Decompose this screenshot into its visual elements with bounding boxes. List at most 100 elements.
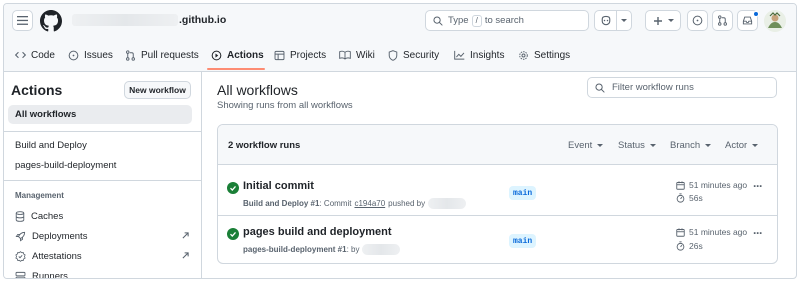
chevron-down-icon (649, 144, 656, 147)
filter-label: Event (568, 140, 593, 151)
run-meta-text: pushed by (388, 199, 426, 208)
github-logo-icon[interactable] (40, 10, 62, 32)
plus-icon (653, 16, 662, 25)
browser-frame: .github.io Type / to search Code Issues … (3, 3, 797, 279)
redacted-user (428, 198, 467, 209)
external-link-icon (182, 252, 189, 259)
external-link-icon (182, 232, 189, 239)
tab-settings[interactable]: Settings (518, 47, 570, 63)
redacted-user (362, 244, 401, 255)
sidebar-item-attestations[interactable]: Attestations (15, 248, 189, 264)
run-meta-text: : by (346, 245, 360, 254)
run-duration-text: 26s (689, 241, 703, 251)
avatar[interactable] (764, 10, 786, 32)
tab-issues[interactable]: Issues (68, 47, 113, 63)
tab-wiki[interactable]: Wiki (339, 47, 375, 63)
sidebar-item-deployments[interactable]: Deployments (15, 228, 189, 244)
calendar-icon (676, 227, 685, 237)
chevron-down-icon (752, 144, 759, 147)
commit-link[interactable]: c194a70 (354, 199, 385, 208)
tab-pull-requests[interactable]: Pull requests (125, 47, 199, 63)
event-filter-dropdown[interactable]: Event (568, 140, 604, 151)
tab-label: Projects (290, 49, 327, 61)
run-more-options-icon[interactable]: ··· (753, 179, 763, 193)
issue-icon (68, 50, 79, 60)
sidebar-item-label: Deployments (32, 230, 88, 242)
chevron-down-icon (705, 144, 712, 147)
shield-icon (388, 49, 398, 61)
search-suffix-text: to search (484, 15, 524, 26)
workflow-run-row[interactable]: pages build and deployment pages-build-d… (218, 215, 777, 263)
filter-label: Status (618, 140, 645, 151)
verified-icon (15, 250, 26, 262)
sidebar-item-label: Caches (31, 210, 64, 222)
repo-header: .github.io Type / to search Code Issues … (4, 4, 796, 72)
run-duration: 56s (676, 193, 703, 203)
chevron-down-icon (620, 19, 627, 22)
sidebar-item-runners[interactable]: Runners (15, 268, 189, 279)
tab-code[interactable]: Code (15, 47, 55, 63)
sidebar-item-pages-build-deployment[interactable]: pages-build-deployment (8, 156, 192, 175)
inbox-icon (742, 16, 753, 25)
global-search-input[interactable]: Type / to search (425, 10, 589, 31)
status-filter-dropdown[interactable]: Status (618, 140, 656, 151)
branch-label[interactable]: main (509, 234, 537, 248)
run-duration: 26s (676, 241, 703, 251)
branch-filter-dropdown[interactable]: Branch (670, 140, 712, 151)
stopwatch-icon (676, 241, 685, 251)
actions-sidebar: Actions New workflow All workflows Build… (4, 72, 202, 279)
repo-path[interactable]: .github.io (72, 14, 226, 26)
tab-label: Security (403, 49, 440, 61)
pull-requests-button[interactable] (712, 10, 733, 31)
tab-security[interactable]: Security (388, 47, 439, 63)
sidebar-item-label: Attestations (32, 250, 82, 262)
filter-placeholder: Filter workflow runs (612, 82, 694, 93)
run-workflow-name: pages-build-deployment #1 (243, 245, 347, 254)
pull-request-icon (126, 49, 135, 61)
hamburger-icon (17, 16, 28, 25)
tab-label: Issues (84, 49, 113, 61)
run-title[interactable]: pages build and deployment (243, 226, 392, 238)
filter-workflow-runs-input[interactable]: Filter workflow runs (587, 77, 777, 98)
sidebar-item-all-workflows[interactable]: All workflows (8, 105, 192, 124)
repo-name: .github.io (179, 14, 227, 26)
runs-list-header: 2 workflow runs Event Status Branch Acto… (218, 125, 777, 165)
copilot-button[interactable] (594, 10, 632, 31)
page-subtitle: Showing runs from all workflows (217, 100, 353, 111)
filter-label: Branch (670, 140, 701, 151)
gear-icon (519, 50, 528, 60)
tab-projects[interactable]: Projects (274, 47, 326, 63)
issues-button[interactable] (687, 10, 708, 31)
sidebar-item-label: Runners (32, 270, 68, 279)
code-icon (15, 51, 26, 59)
rocket-icon (15, 231, 26, 241)
run-meta: Build and Deploy #1 : Commit c194a70 pus… (243, 198, 467, 209)
notification-dot (753, 11, 759, 17)
repo-tabs: Code Issues Pull requests Actions Projec… (4, 38, 796, 72)
run-more-options-icon[interactable]: ··· (753, 226, 763, 240)
actor-filter-dropdown[interactable]: Actor (725, 140, 759, 151)
new-workflow-button[interactable]: New workflow (124, 81, 191, 99)
calendar-icon (676, 180, 685, 190)
search-icon (433, 15, 443, 26)
tab-insights[interactable]: Insights (454, 47, 504, 63)
pull-request-icon (718, 15, 727, 26)
tab-label: Pull requests (141, 49, 199, 61)
create-new-button[interactable] (645, 10, 681, 31)
chevron-down-icon (597, 144, 604, 147)
run-time-text: 51 minutes ago (689, 227, 748, 237)
branch-label[interactable]: main (509, 186, 537, 200)
tab-label: Insights (470, 49, 505, 61)
sidebar-item-build-and-deploy[interactable]: Build and Deploy (8, 136, 192, 155)
tab-label: Code (31, 49, 55, 61)
run-title[interactable]: Initial commit (243, 180, 314, 192)
page-title: All workflows (217, 82, 298, 98)
run-meta: pages-build-deployment #1 : by (243, 244, 401, 255)
workflow-run-row[interactable]: Initial commit Build and Deploy #1 : Com… (218, 166, 777, 215)
tab-actions[interactable]: Actions (211, 47, 264, 63)
sidebar-item-caches[interactable]: Caches (15, 208, 189, 224)
run-time-text: 51 minutes ago (689, 180, 748, 190)
tab-label: Actions (227, 49, 264, 61)
tab-label: Wiki (356, 49, 375, 61)
menu-button[interactable] (12, 10, 33, 31)
